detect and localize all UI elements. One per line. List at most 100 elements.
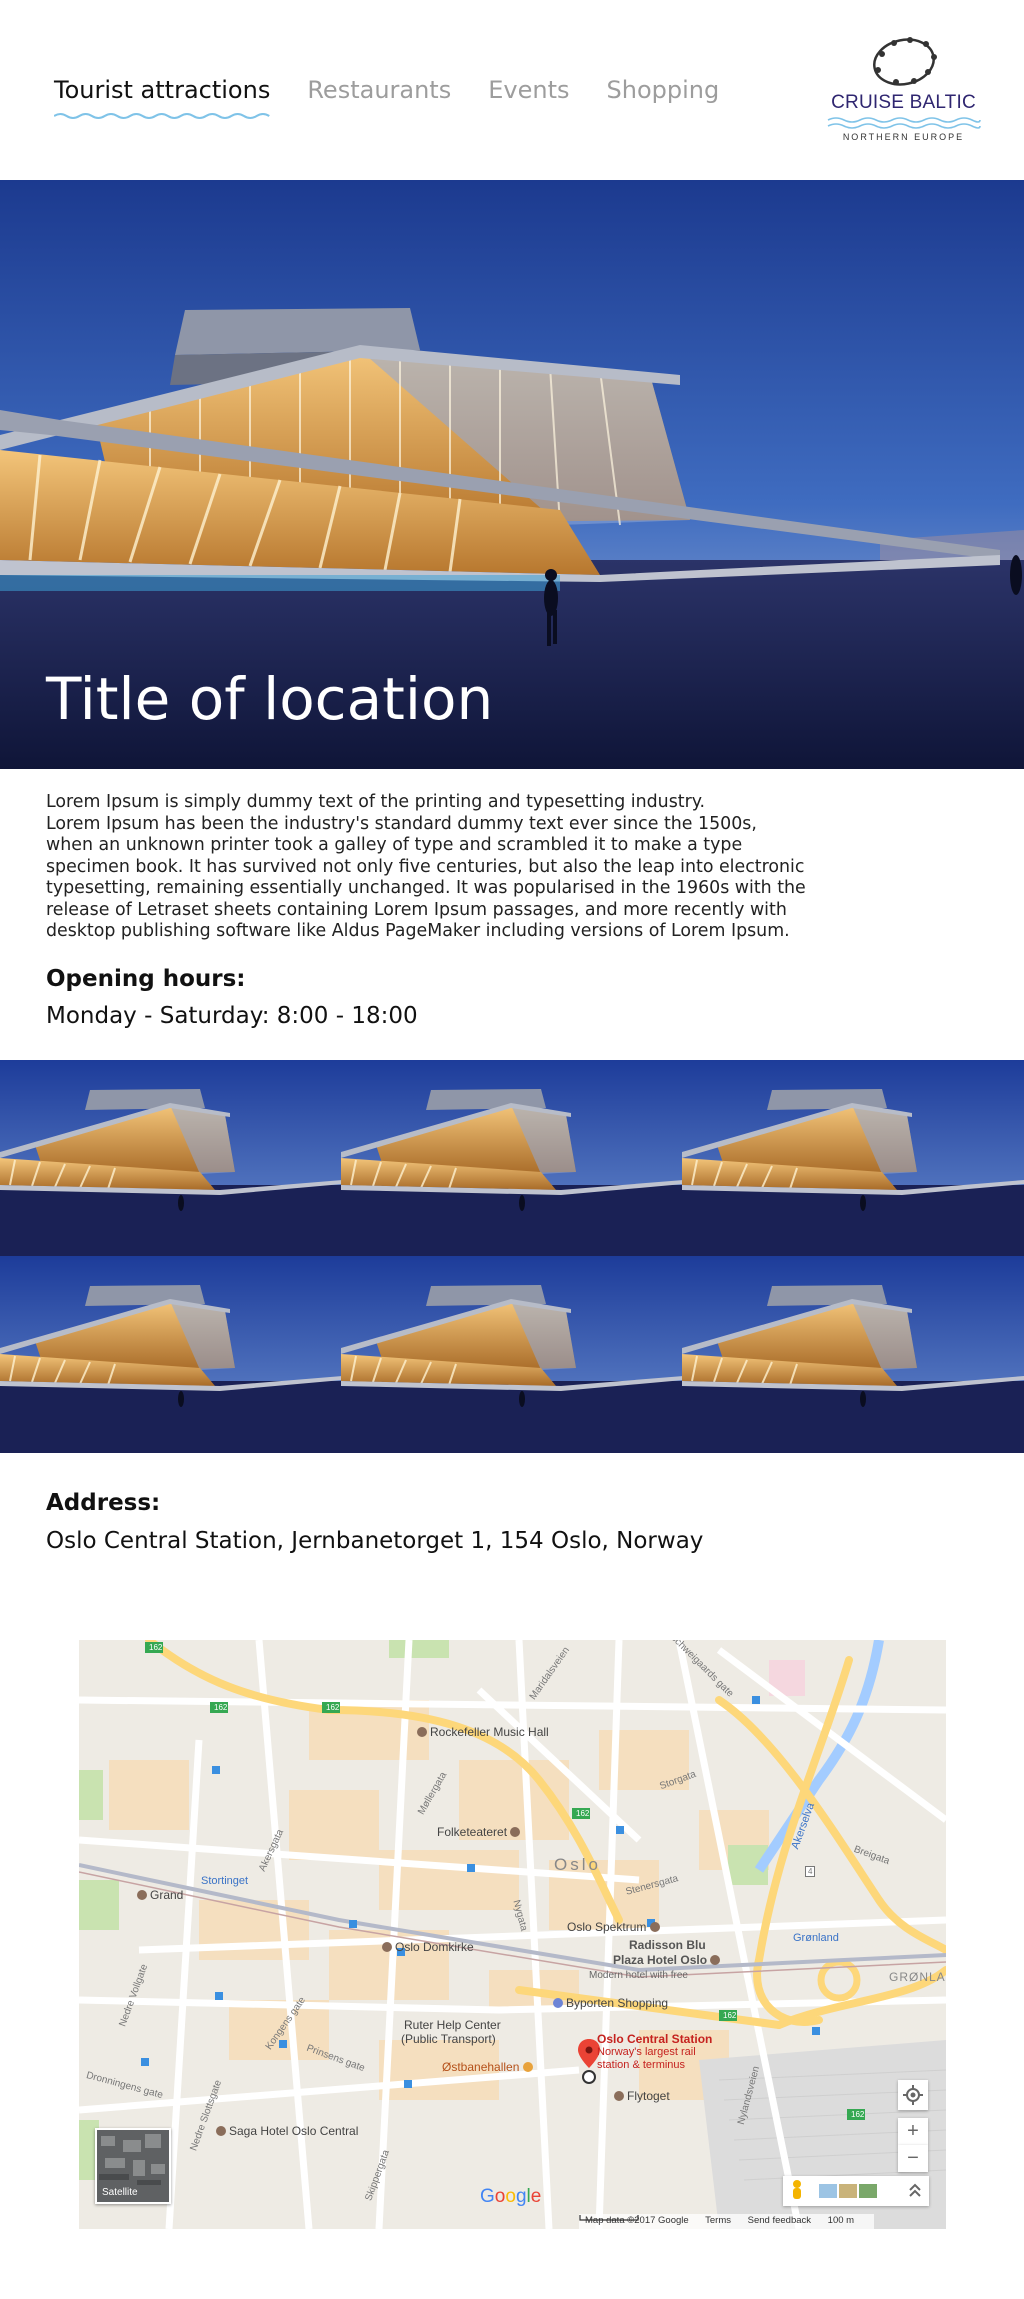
logo-waves: [827, 117, 981, 129]
place-rockefeller[interactable]: Rockefeller Music Hall: [417, 1725, 549, 1739]
route-shield-label: 162: [214, 1703, 228, 1712]
place-label: Grand: [150, 1888, 184, 1902]
route-shield-label: 162: [326, 1703, 340, 1712]
area-label: GRØNLA: [889, 1970, 946, 1984]
gallery-thumbnail[interactable]: [682, 1060, 1024, 1256]
place-label: Saga Hotel Oslo Central: [229, 2124, 359, 2138]
nav-label: Shopping: [606, 76, 720, 104]
gallery-photo: [682, 1256, 1024, 1453]
nav-label: Events: [488, 76, 570, 104]
transit-icon: [614, 2091, 624, 2101]
route-shield-label: 162: [723, 2011, 737, 2020]
place-label: (Public Transport): [401, 2032, 496, 2046]
place-label: Folketeateret: [437, 1825, 508, 1839]
google-letter: o: [494, 2186, 506, 2207]
location-title: Title of location: [46, 665, 494, 733]
gallery-thumbnail[interactable]: [0, 1256, 341, 1453]
route-shield-label: 162: [851, 2110, 865, 2119]
place-ostbanehallen[interactable]: Østbanehallen: [442, 2060, 536, 2074]
place-byporten[interactable]: Byporten Shopping: [553, 1996, 668, 2010]
map-footer: Map data ©2017 Google Terms Send feedbac…: [579, 2214, 875, 2229]
gallery-thumbnail[interactable]: [341, 1256, 682, 1453]
gallery-photo: [341, 1060, 682, 1256]
gallery-thumbnail[interactable]: [341, 1060, 682, 1256]
terms-link[interactable]: Terms: [705, 2215, 731, 2226]
place-label: Radisson Blu: [629, 1938, 706, 1952]
wave-underline: [54, 113, 270, 119]
satellite-toggle-button[interactable]: Satellite: [95, 2128, 171, 2204]
gallery-thumbnail[interactable]: [0, 1060, 341, 1256]
google-map[interactable]: 162 162 162 162 162 162 4 Maridalsveien …: [79, 1640, 946, 2229]
place-label: Stortinget: [201, 1875, 249, 1887]
chevron-up-icon[interactable]: [905, 2176, 925, 2206]
city-label: Oslo: [554, 1855, 601, 1874]
my-location-button[interactable]: [898, 2080, 928, 2110]
logo-ring-icon: [873, 37, 937, 86]
venue-icon: [417, 1727, 427, 1737]
place-label: Østbanehallen: [442, 2060, 520, 2074]
place-label: Byporten Shopping: [566, 1996, 669, 2010]
church-icon: [382, 1942, 392, 1952]
location-description: Lorem Ipsum is simply dummy text of the …: [46, 792, 806, 941]
place-folketeateret[interactable]: Folketeateret: [437, 1825, 523, 1839]
google-letter: g: [515, 2186, 527, 2207]
address-value: Oslo Central Station, Jernbanetorget 1, …: [46, 1528, 704, 1554]
photo-gallery: [0, 1060, 1024, 1453]
scale-label: 100 m: [827, 2215, 855, 2226]
send-feedback-link[interactable]: Send feedback: [748, 2215, 811, 2226]
google-letter: G: [480, 2186, 495, 2207]
gallery-photo: [682, 1060, 1024, 1256]
place-oslo-spektrum[interactable]: Oslo Spektrum: [567, 1920, 663, 1934]
place-grand[interactable]: Grand: [137, 1888, 183, 1902]
zoom-in-button[interactable]: +: [898, 2118, 928, 2145]
nav-label: Tourist attractions: [54, 76, 271, 104]
nav-shopping[interactable]: Shopping: [607, 76, 720, 104]
hero-banner: Title of location: [0, 180, 1024, 769]
place-label: Oslo Spektrum: [567, 1920, 647, 1934]
google-letter: e: [530, 2186, 542, 2207]
place-flytoget[interactable]: Flytoget: [614, 2089, 670, 2103]
shopping-icon: [553, 1998, 563, 2008]
nav-events[interactable]: Events: [488, 76, 569, 104]
site-header: Tourist attractions Restaurants Events S…: [0, 0, 1024, 180]
target-icon: [903, 2085, 923, 2105]
place-ruter[interactable]: Ruter Help Center: [404, 2018, 501, 2032]
place-label: Grønland: [793, 1932, 839, 1944]
nav-label: Restaurants: [307, 76, 452, 104]
nav-tourist-attractions[interactable]: Tourist attractions: [54, 76, 271, 119]
satellite-label: Satellite: [102, 2187, 138, 2198]
logo-subtitle: NORTHERN EUROPE: [842, 132, 965, 142]
place-radisson[interactable]: Radisson Blu: [629, 1938, 706, 1952]
food-icon: [522, 2062, 533, 2072]
cruise-baltic-logo[interactable]: CRUISE BALTIC NORTHERN EUROPE: [826, 32, 981, 144]
place-label: Flytoget: [627, 2089, 670, 2103]
place-stortinget[interactable]: Stortinget: [201, 1875, 248, 1887]
main-nav: Tourist attractions Restaurants Events S…: [54, 76, 756, 119]
route-shield-label: 162: [149, 1643, 163, 1652]
venue-icon: [510, 1827, 521, 1837]
hotel-icon: [216, 2126, 226, 2136]
opening-hours-value: Monday - Saturday: 8:00 - 18:00: [46, 1003, 418, 1029]
map-type-thumbnails-icon[interactable]: [819, 2181, 879, 2201]
zoom-out-button[interactable]: −: [898, 2145, 928, 2172]
map-type-controls: [783, 2176, 929, 2206]
google-letter: o: [505, 2186, 516, 2207]
place-saga-hotel[interactable]: Saga Hotel Oslo Central: [216, 2124, 358, 2138]
nav-restaurants[interactable]: Restaurants: [307, 76, 451, 104]
place-label: Rockefeller Music Hall: [430, 1725, 549, 1739]
gallery-photo: [0, 1256, 341, 1453]
opening-hours-label: Opening hours:: [46, 966, 246, 992]
place-radisson-plaza[interactable]: Plaza Hotel Oslo: [613, 1953, 723, 1967]
place-label: Plaza Hotel Oslo: [613, 1953, 708, 1967]
route-shield-label: 4: [805, 1866, 816, 1877]
gallery-thumbnail[interactable]: [682, 1256, 1024, 1453]
google-logo[interactable]: Google: [480, 2186, 541, 2208]
place-label: Oslo Domkirke: [395, 1940, 474, 1954]
place-modern-hotel: Modern hotel with free: [589, 1970, 688, 1981]
gallery-photo: [341, 1256, 682, 1453]
pegman-icon[interactable]: [787, 2176, 807, 2206]
place-gronland[interactable]: Grønland: [793, 1932, 839, 1944]
marker-title[interactable]: Oslo Central Station: [597, 2032, 712, 2046]
place-oslo-domkirke[interactable]: Oslo Domkirke: [382, 1940, 474, 1954]
hotel-icon: [137, 1890, 147, 1900]
